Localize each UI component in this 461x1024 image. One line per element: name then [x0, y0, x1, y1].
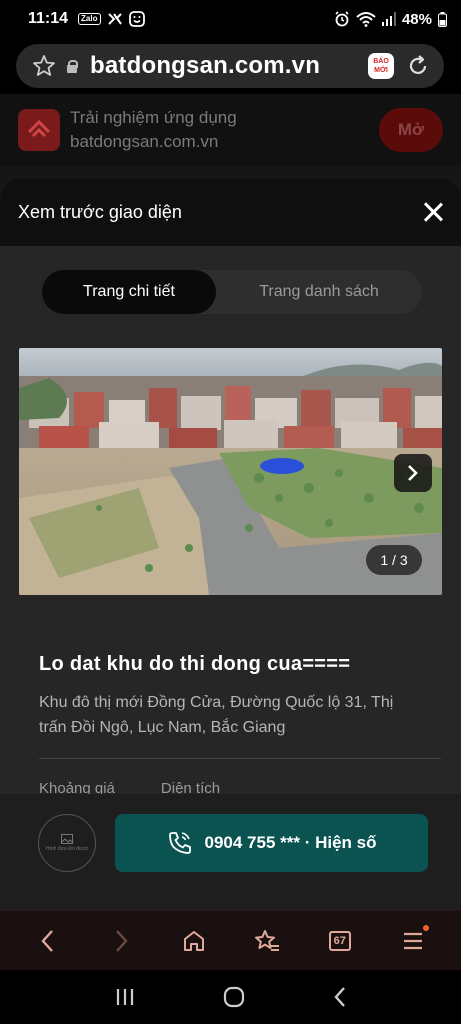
browser-toolbar: batdongsan.com.vn BÁO MỚI	[0, 38, 461, 94]
view-tabs: Trang chi tiết Trang danh sách	[42, 270, 422, 314]
chevron-left-icon	[41, 929, 54, 952]
menu-icon	[403, 932, 422, 949]
notification-dot	[422, 924, 429, 931]
avatar-caption: Hình đưa lên được	[45, 846, 89, 852]
forward-button[interactable]	[101, 921, 141, 961]
baomoi-icon[interactable]: BÁO MỚI	[368, 53, 394, 79]
alarm-icon	[335, 11, 349, 27]
browser-bottom-nav: 67	[0, 910, 461, 970]
address-bar[interactable]: batdongsan.com.vn BÁO MỚI	[16, 44, 444, 88]
app-banner-line1: Trải nghiệm ứng dụng	[70, 108, 237, 127]
phone-icon	[168, 832, 191, 854]
battery-percent: 48%	[401, 10, 432, 28]
app-install-banner: Trải nghiệm ứng dụng batdongsan.com.vn M…	[0, 94, 461, 166]
status-time: 11:14	[28, 10, 69, 27]
chevron-right-icon	[408, 465, 418, 481]
close-icon[interactable]	[423, 202, 443, 222]
signal-icon	[381, 12, 396, 26]
photo-counter: 1 / 3	[366, 545, 422, 575]
home-pill-icon[interactable]	[223, 986, 245, 1008]
url-text[interactable]: batdongsan.com.vn	[90, 52, 368, 80]
chevron-right-icon	[116, 929, 128, 952]
recent-apps-icon[interactable]	[114, 987, 136, 1007]
tabs-button[interactable]: 67	[320, 921, 360, 961]
next-photo-button[interactable]	[394, 454, 432, 492]
tab-list-page[interactable]: Trang danh sách	[216, 270, 422, 314]
listing-photo[interactable]: 1 / 3	[19, 348, 442, 595]
home-icon	[184, 930, 205, 951]
home-button[interactable]	[174, 921, 214, 961]
app-banner-line2: batdongsan.com.vn	[70, 132, 219, 151]
reload-icon[interactable]	[406, 54, 430, 78]
battery-icon	[438, 11, 447, 27]
image-placeholder-icon	[61, 834, 73, 844]
bookmark-star-icon	[254, 929, 279, 951]
system-icons: 48%	[334, 11, 447, 28]
sheet-title: Xem trước giao diện	[18, 201, 182, 222]
face-icon	[128, 11, 145, 27]
bookmark-star-icon[interactable]	[30, 54, 58, 78]
preview-sheet: Xem trước giao diện Trang chi tiết Trang…	[0, 178, 461, 910]
menu-button[interactable]	[393, 921, 433, 961]
listing-title: Lo dat khu do thi dong cua====	[39, 653, 351, 675]
status-bar: 11:14 Zalo 48%	[0, 0, 461, 38]
show-phone-button[interactable]: 0904 755 *** · Hiện số	[115, 814, 428, 872]
tab-detail-page[interactable]: Trang chi tiết	[42, 270, 216, 314]
back-button[interactable]	[28, 921, 68, 961]
system-navigation-bar	[0, 970, 461, 1024]
sheet-header: Xem trước giao diện	[0, 178, 461, 246]
listing-address: Khu đô thị mới Đồng Cửa, Đường Quốc lộ 3…	[39, 694, 394, 736]
tabs-count-icon: 67	[328, 930, 351, 951]
open-app-button[interactable]: Mở	[379, 108, 443, 152]
notification-icons: Zalo	[78, 11, 145, 27]
phone-number-label: 0904 755 *** · Hiện số	[204, 833, 377, 852]
bookmarks-button[interactable]	[247, 921, 287, 961]
wifi-icon	[356, 12, 376, 27]
app-banner-text: Trải nghiệm ứng dụng batdongsan.com.vn	[70, 106, 237, 154]
divider	[39, 758, 441, 759]
batdongsan-logo	[18, 109, 60, 151]
contact-bar: Hình đưa lên được 0904 755 *** · Hiện số	[0, 794, 461, 910]
alarm-off-icon	[107, 13, 122, 25]
zalo-icon: Zalo	[78, 13, 101, 25]
lock-icon	[66, 60, 78, 73]
avatar[interactable]: Hình đưa lên được	[38, 814, 96, 872]
system-back-icon[interactable]	[332, 986, 348, 1008]
